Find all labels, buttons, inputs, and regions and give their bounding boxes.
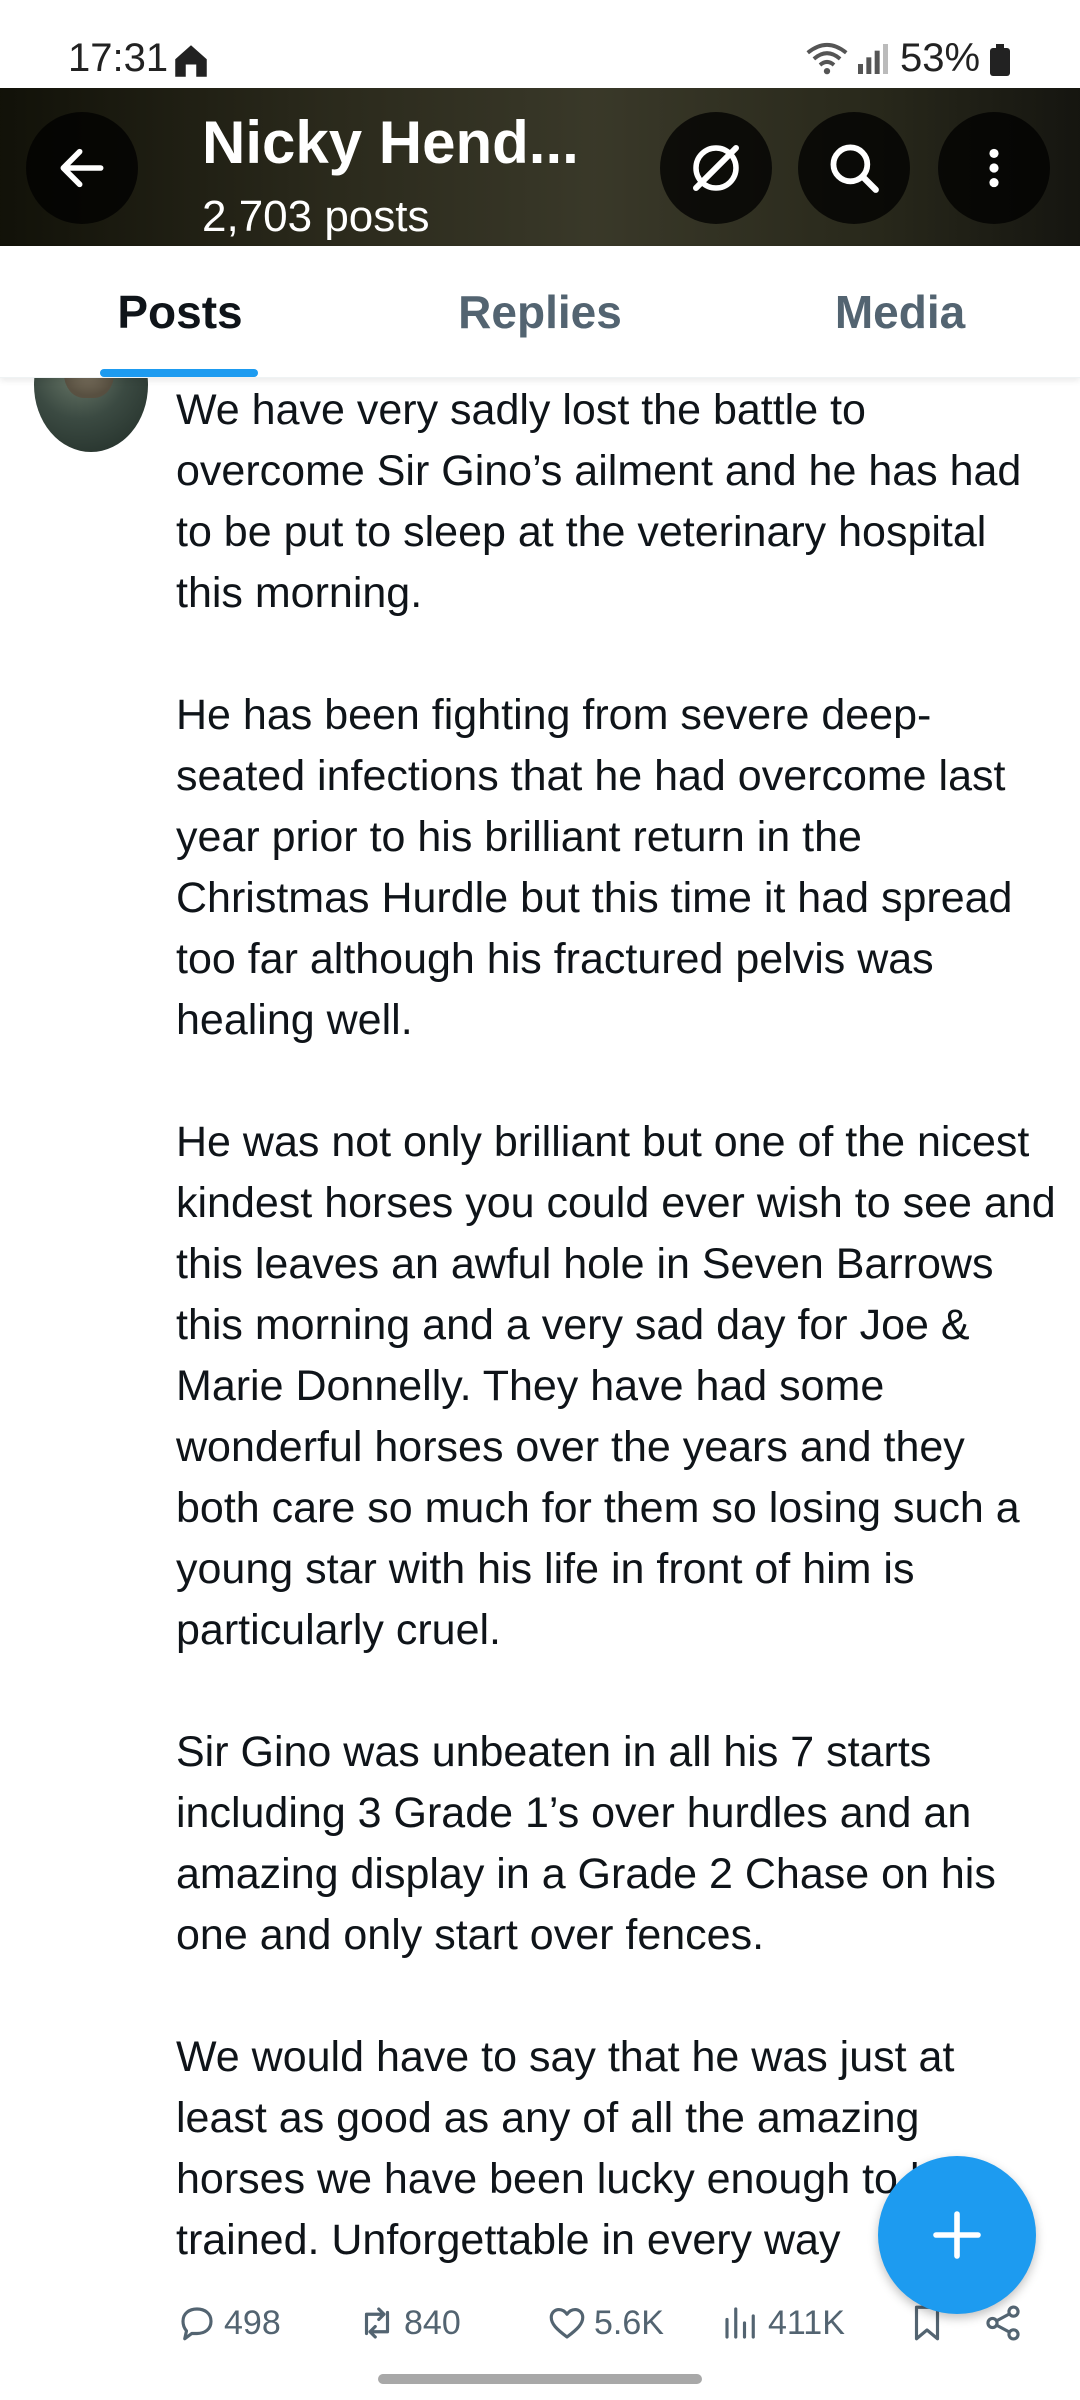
post-text: We have very sadly lost the battle to ov… (176, 380, 1056, 2271)
search-icon (830, 144, 879, 193)
battery-percent: 53% (900, 36, 981, 80)
post-paragraph: Sir Gino was unbeaten in all his 7 start… (176, 1728, 996, 1959)
share-icon (986, 2305, 1020, 2341)
post-paragraph: We have very sadly lost the battle to ov… (176, 386, 1022, 617)
heart-icon (549, 2307, 585, 2339)
post-paragraph: He was not only brilliant but one of the… (176, 1118, 1056, 1654)
status-bar: 17:31 53% (0, 0, 1080, 88)
profile-header: Nicky Hend... 2,703 posts (0, 88, 1080, 246)
profile-name: Nicky Hend... (202, 109, 579, 176)
arrow-left-icon (60, 148, 104, 188)
home-icon (175, 45, 207, 77)
post-paragraph: He has been fighting from severe deep-se… (176, 691, 1013, 1044)
views-chart-icon (725, 2307, 755, 2339)
profile-tabs: Posts Replies Media (0, 246, 1080, 378)
grok-icon (693, 145, 739, 191)
tab-replies[interactable]: Replies (420, 246, 660, 378)
reply-count: 498 (224, 2303, 281, 2342)
back-button[interactable] (26, 112, 138, 224)
like-button[interactable]: 5.6K (546, 2302, 664, 2344)
reply-icon (181, 2307, 213, 2341)
like-count: 5.6K (594, 2303, 664, 2342)
active-tab-indicator (100, 369, 258, 377)
wifi-icon (806, 42, 848, 75)
grok-button[interactable] (660, 112, 772, 224)
gesture-nav-handle[interactable] (378, 2374, 702, 2384)
repost-count: 840 (404, 2303, 461, 2342)
share-button[interactable] (982, 2302, 1024, 2344)
repost-button[interactable]: 840 (356, 2302, 461, 2344)
views-count: 411K (768, 2303, 845, 2342)
post-count: 2,703 posts (202, 192, 430, 241)
battery-icon (990, 44, 1010, 76)
plus-icon (933, 2211, 981, 2259)
tab-media[interactable]: Media (780, 246, 1020, 378)
post-body-viewport: We have very sadly lost the battle to ov… (0, 378, 1080, 2278)
repost-icon (364, 2307, 390, 2339)
more-button[interactable] (938, 112, 1050, 224)
status-time: 17:31 (68, 36, 169, 80)
tab-posts[interactable]: Posts (60, 246, 300, 378)
search-button[interactable] (798, 112, 910, 224)
compose-button[interactable] (878, 2156, 1036, 2314)
more-vertical-icon (989, 148, 999, 188)
reply-button[interactable]: 498 (176, 2302, 281, 2344)
signal-icon (858, 44, 888, 74)
views-button[interactable]: 411K (720, 2302, 845, 2344)
